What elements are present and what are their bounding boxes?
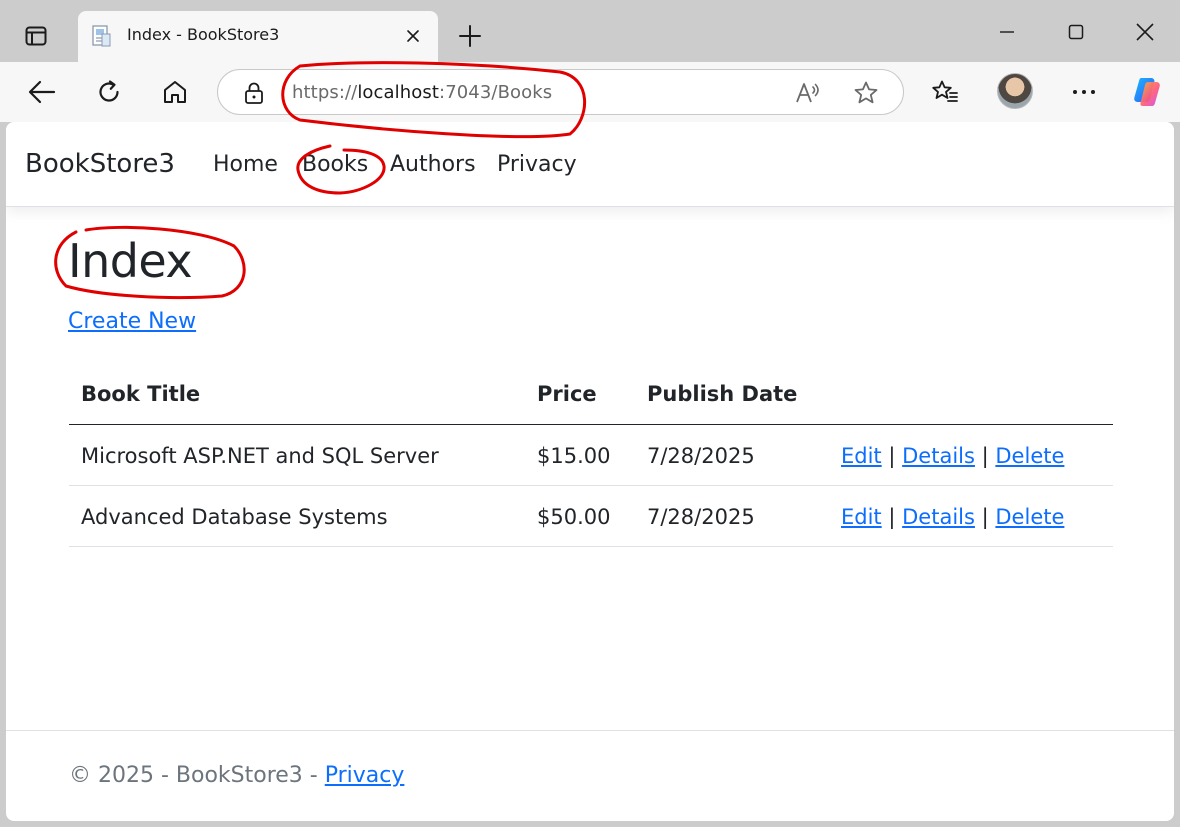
browser-toolbar: https://localhost:7043/Books	[0, 62, 1180, 122]
more-options-button[interactable]	[1064, 72, 1104, 112]
close-icon	[407, 30, 419, 42]
browser-tab-bar: Index - BookStore3	[0, 0, 1180, 62]
tab-actions-button[interactable]	[16, 16, 56, 56]
favorites-button[interactable]	[925, 72, 965, 112]
tab-close-button[interactable]	[400, 23, 426, 49]
edit-link[interactable]: Edit	[841, 444, 882, 468]
url-path: :7043/Books	[439, 82, 553, 103]
home-icon	[164, 81, 186, 103]
address-bar[interactable]: https://localhost:7043/Books	[217, 69, 904, 115]
cell-publish-date: 7/28/2025	[647, 505, 755, 529]
action-separator: |	[981, 444, 989, 468]
details-link[interactable]: Details	[902, 444, 975, 468]
star-icon	[854, 81, 878, 104]
cell-price: $50.00	[537, 505, 611, 529]
minimize-button[interactable]	[985, 10, 1029, 54]
site-brand-link[interactable]: BookStore3	[25, 149, 175, 179]
footer-copyright: © 2025 - BookStore3 -	[69, 763, 325, 788]
profile-avatar[interactable]	[997, 73, 1033, 109]
arrow-left-icon	[28, 80, 56, 104]
table-row: Microsoft ASP.NET and SQL Server $15.00 …	[69, 425, 1113, 486]
cell-book-title: Microsoft ASP.NET and SQL Server	[81, 444, 439, 468]
page-viewport: BookStore3 Home Books Authors Privacy In…	[6, 122, 1174, 821]
url-text[interactable]: https://localhost:7043/Books	[292, 82, 552, 103]
back-button[interactable]	[22, 72, 62, 112]
table-header-row: Book Title Price Publish Date	[69, 362, 1113, 425]
nav-link-privacy[interactable]: Privacy	[497, 152, 577, 177]
close-window-icon	[1136, 23, 1154, 41]
tab-title: Index - BookStore3	[127, 25, 280, 44]
delete-link[interactable]: Delete	[995, 444, 1064, 468]
refresh-icon	[99, 80, 119, 102]
header-book-title: Book Title	[81, 382, 201, 406]
books-table: Book Title Price Publish Date Microsoft …	[69, 362, 1113, 547]
nav-link-home[interactable]: Home	[213, 152, 278, 177]
nav-link-books[interactable]: Books	[302, 152, 368, 177]
action-separator: |	[981, 505, 989, 529]
favorite-button[interactable]	[851, 78, 881, 108]
close-window-button[interactable]	[1123, 10, 1167, 54]
row-actions: Edit | Details | Delete	[841, 444, 1064, 468]
more-icon	[1073, 90, 1095, 94]
footer-privacy-link[interactable]: Privacy	[325, 763, 405, 788]
home-button[interactable]	[155, 72, 195, 112]
maximize-button[interactable]	[1054, 10, 1098, 54]
nav-link-authors[interactable]: Authors	[390, 152, 476, 177]
maximize-icon	[1068, 24, 1084, 40]
plus-icon	[459, 25, 481, 47]
action-separator: |	[888, 444, 896, 468]
page-favicon-icon	[92, 25, 111, 47]
favorites-icon	[932, 80, 958, 102]
site-footer: © 2025 - BookStore3 - Privacy	[6, 730, 1174, 821]
details-link[interactable]: Details	[902, 505, 975, 529]
lock-icon[interactable]	[244, 82, 264, 104]
create-new-link[interactable]: Create New	[68, 309, 196, 334]
copilot-button[interactable]	[1127, 72, 1167, 112]
site-navbar: BookStore3 Home Books Authors Privacy	[6, 122, 1174, 207]
tab-actions-icon	[25, 26, 47, 46]
copilot-icon	[1134, 78, 1160, 106]
url-scheme: https://	[292, 82, 358, 103]
cell-price: $15.00	[537, 444, 611, 468]
url-host: localhost	[357, 82, 440, 103]
cell-book-title: Advanced Database Systems	[81, 505, 388, 529]
read-aloud-button[interactable]	[793, 78, 823, 108]
header-price: Price	[537, 382, 597, 406]
new-tab-button[interactable]	[450, 16, 490, 56]
row-actions: Edit | Details | Delete	[841, 505, 1064, 529]
header-publish-date: Publish Date	[647, 382, 798, 406]
cell-publish-date: 7/28/2025	[647, 444, 755, 468]
action-separator: |	[888, 505, 896, 529]
minimize-icon	[1000, 31, 1014, 33]
table-row: Advanced Database Systems $50.00 7/28/20…	[69, 486, 1113, 547]
page-title: Index	[68, 234, 193, 288]
refresh-button[interactable]	[89, 72, 129, 112]
read-aloud-icon	[796, 83, 819, 103]
browser-tab-active[interactable]: Index - BookStore3	[78, 11, 438, 62]
delete-link[interactable]: Delete	[995, 505, 1064, 529]
edit-link[interactable]: Edit	[841, 505, 882, 529]
footer-text: © 2025 - BookStore3 - Privacy	[69, 763, 404, 788]
